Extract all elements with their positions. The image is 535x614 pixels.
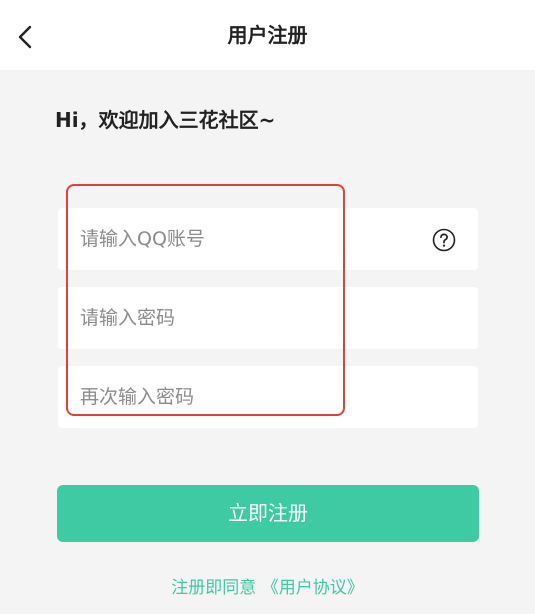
confirm-password-input[interactable] bbox=[80, 366, 420, 428]
user-agreement-link[interactable]: 《用户协议》 bbox=[262, 578, 364, 598]
register-button[interactable]: 立即注册 bbox=[57, 485, 479, 542]
confirm-password-field bbox=[58, 366, 478, 428]
page-title: 用户注册 bbox=[227, 23, 308, 47]
password-field bbox=[58, 287, 478, 349]
qq-account-field bbox=[58, 208, 478, 270]
agreement-prefix: 注册即同意 bbox=[171, 578, 257, 598]
agreement-notice: 注册即同意 《用户协议》 bbox=[0, 576, 535, 600]
password-input[interactable] bbox=[80, 287, 420, 349]
welcome-greeting: Hi，欢迎加入三花社区~ bbox=[55, 108, 276, 132]
qq-account-input[interactable] bbox=[80, 208, 420, 270]
top-bar: 用户注册 bbox=[0, 0, 535, 70]
question-circle-icon[interactable] bbox=[432, 228, 456, 252]
